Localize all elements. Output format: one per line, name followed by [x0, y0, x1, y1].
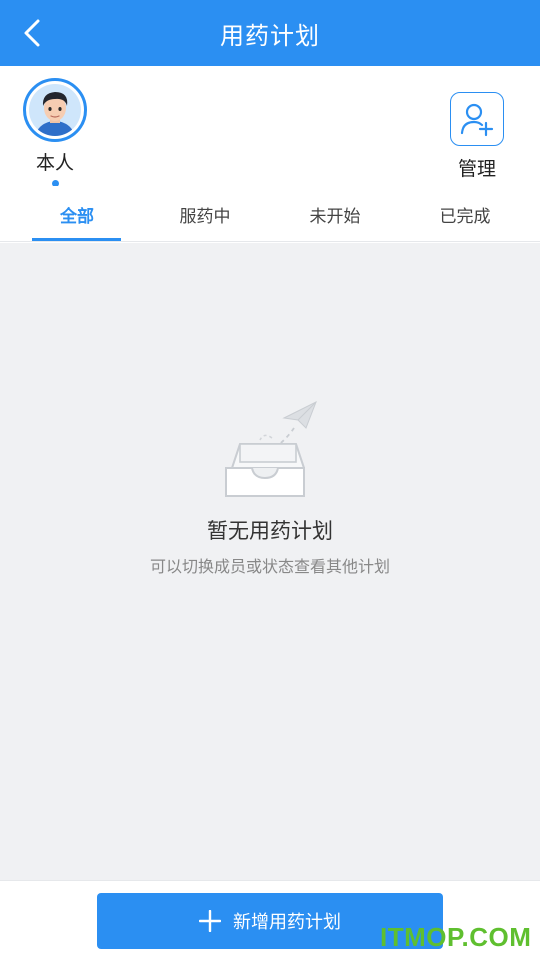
watermark-text: ITMOP.COM: [380, 922, 532, 952]
chevron-left-icon: [24, 19, 40, 47]
empty-state-subtitle: 可以切换成员或状态查看其他计划: [149, 557, 390, 576]
page-title: 用药计划: [220, 21, 320, 50]
manage-label: 管理: [457, 158, 496, 180]
add-plan-label: 新增用药计划: [233, 912, 341, 933]
manage-members-button[interactable]: 管理: [440, 92, 514, 181]
active-tab-indicator: [32, 238, 121, 241]
plus-icon: [199, 910, 221, 932]
member-bar: 本人 管理: [0, 66, 540, 187]
manage-icon-box: [450, 92, 504, 146]
member-name: 本人: [35, 152, 74, 174]
app-header: 用药计划: [0, 0, 540, 66]
avatar: [23, 78, 87, 142]
tab-in-progress[interactable]: 服药中: [150, 186, 260, 242]
tab-not-started[interactable]: 未开始: [280, 186, 390, 242]
status-tabs: 全部 服药中 未开始 已完成: [0, 186, 540, 242]
add-user-icon: [460, 103, 494, 137]
back-button[interactable]: [10, 13, 54, 53]
empty-state-title: 暂无用药计划: [207, 519, 333, 543]
tab-completed[interactable]: 已完成: [410, 186, 520, 242]
member-self[interactable]: 本人: [22, 78, 88, 187]
plan-list-area: 暂无用药计划 可以切换成员或状态查看其他计划: [0, 243, 540, 880]
empty-inbox-paper-plane-icon: [225, 400, 317, 497]
tab-all[interactable]: 全部: [22, 186, 132, 242]
avatar-image: [29, 84, 81, 136]
